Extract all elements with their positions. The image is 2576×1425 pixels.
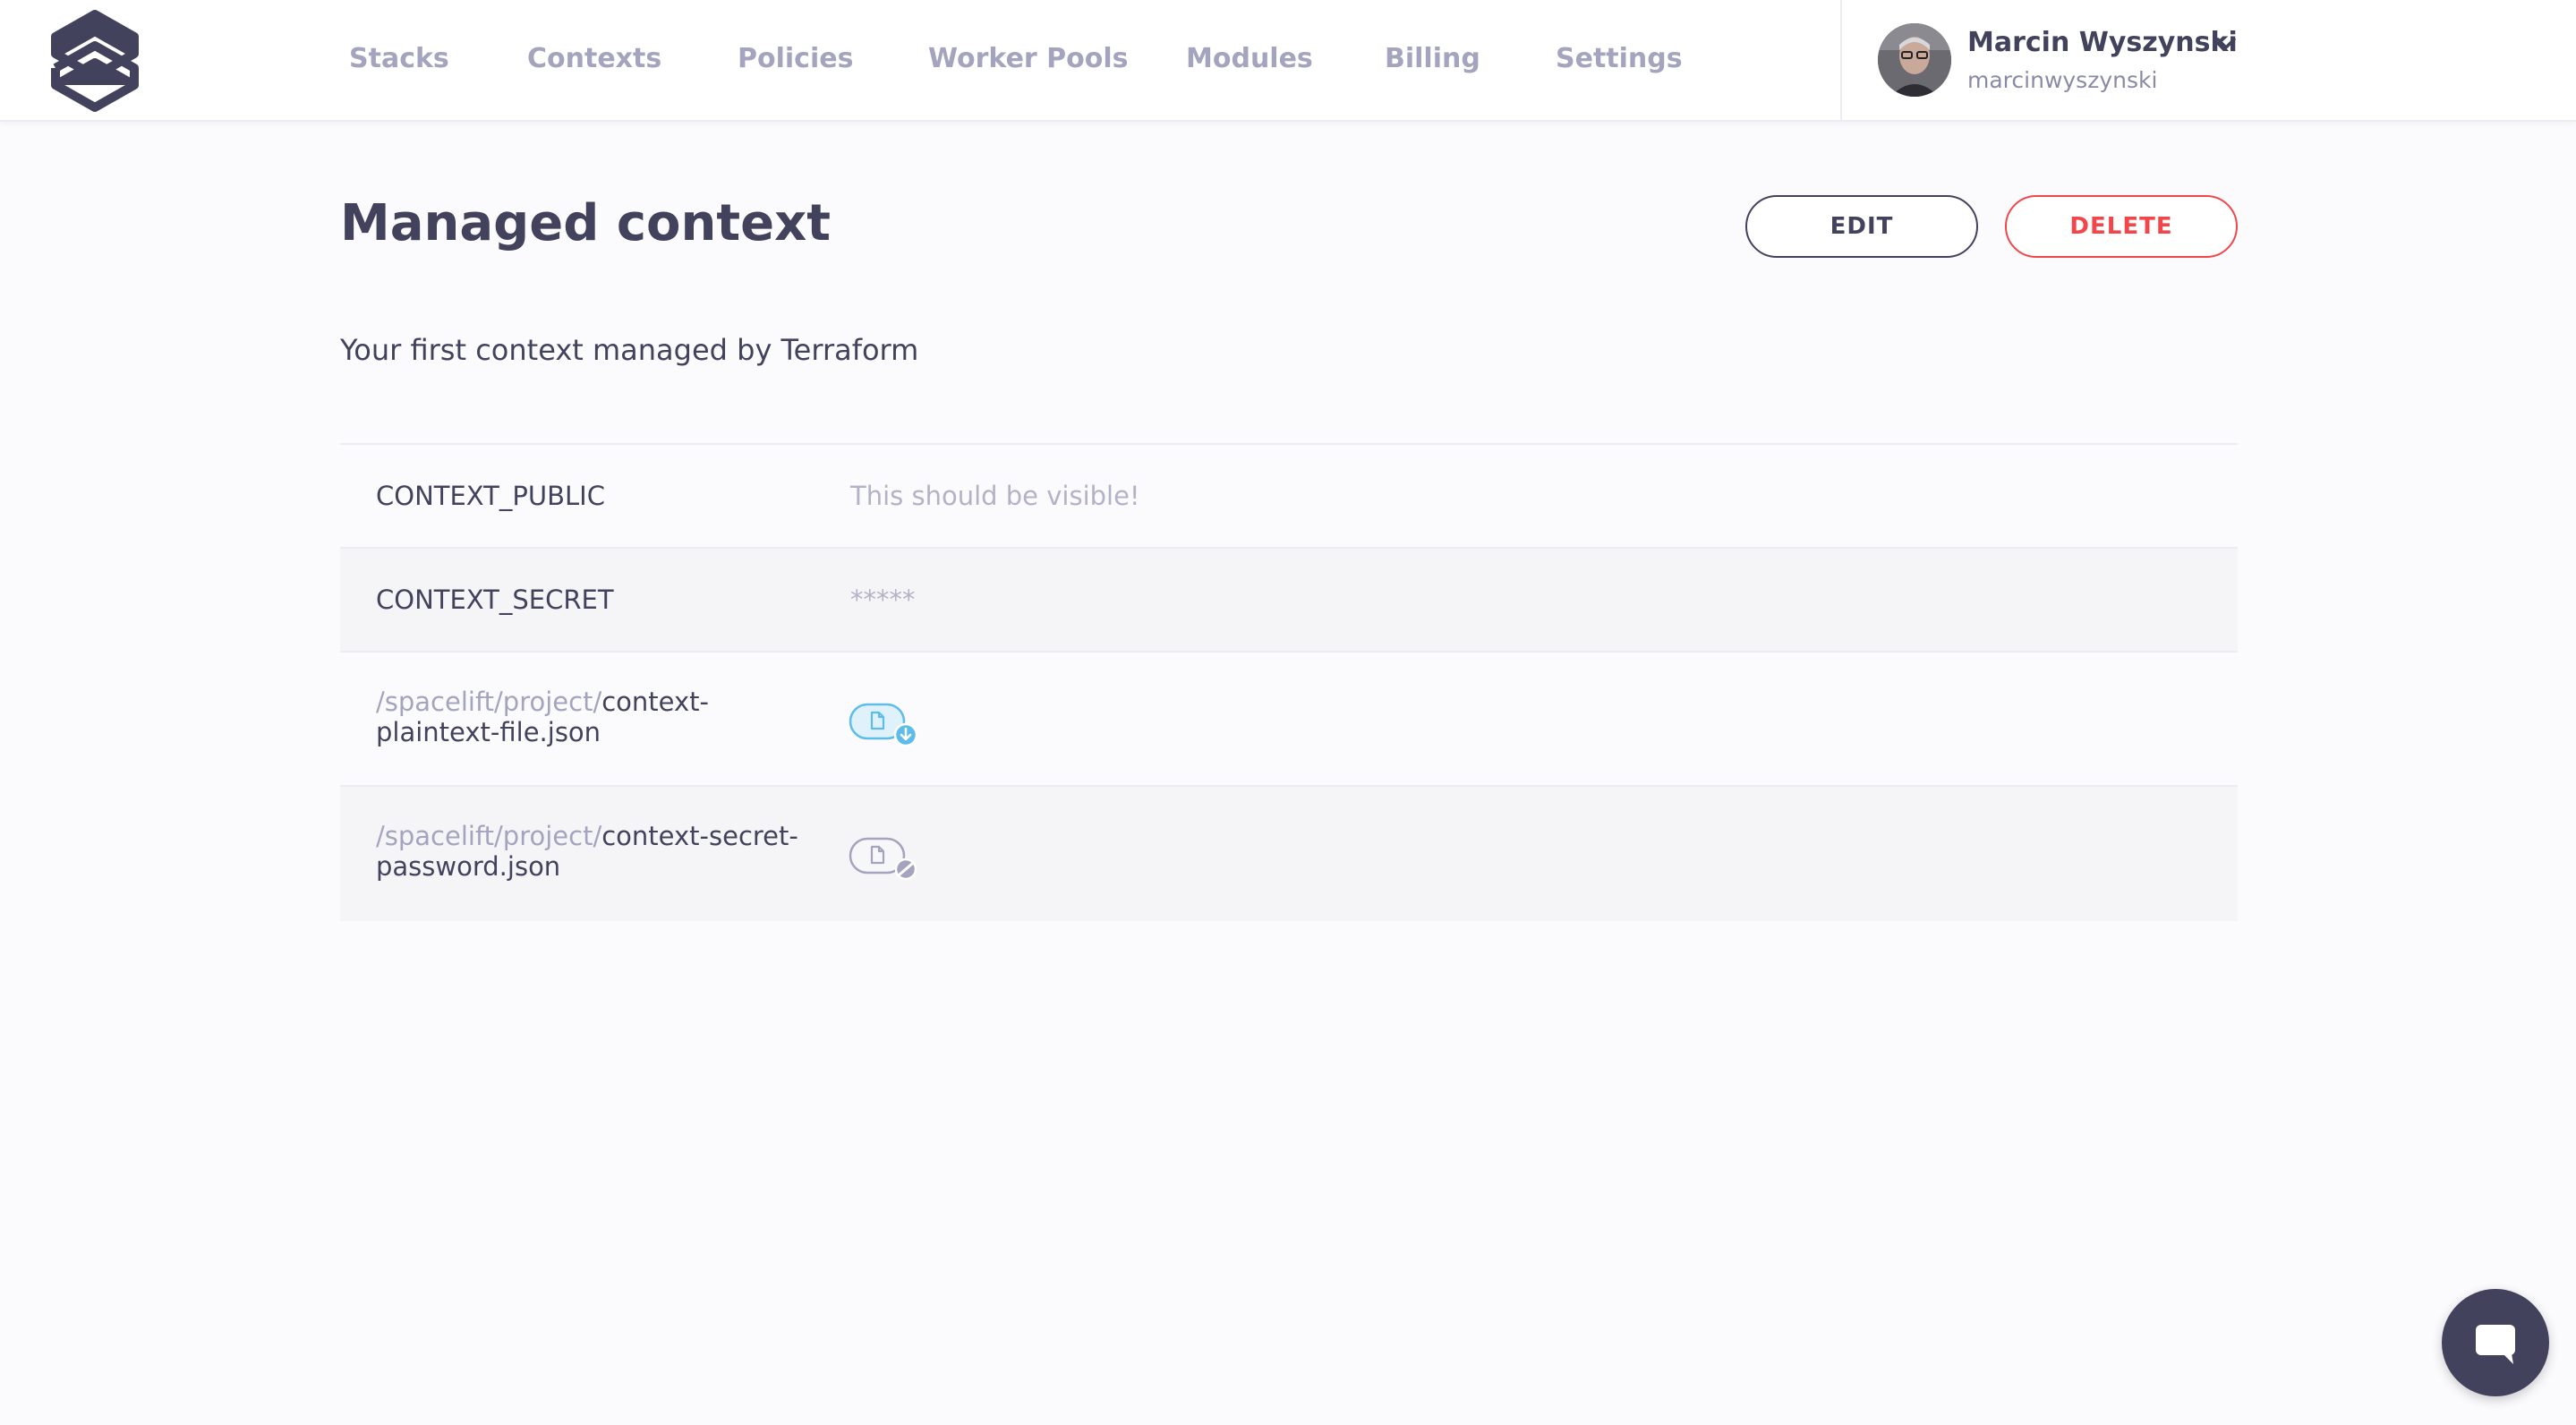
variable-name: CONTEXT_PUBLIC bbox=[376, 481, 605, 511]
variable-value-masked: ***** bbox=[850, 585, 916, 615]
file-locked-icon bbox=[849, 837, 917, 881]
nav-item-stacks[interactable]: Stacks bbox=[349, 41, 449, 77]
edit-button[interactable]: EDIT bbox=[1745, 195, 1978, 258]
file-download-icon[interactable] bbox=[849, 701, 920, 747]
user-name[interactable]: Marcin Wyszynski bbox=[1967, 25, 2238, 61]
chevron-down-icon[interactable] bbox=[2213, 30, 2239, 57]
avatar[interactable] bbox=[1878, 23, 1951, 97]
nav-item-contexts[interactable]: Contexts bbox=[527, 41, 661, 77]
variable-value: This should be visible! bbox=[850, 481, 1140, 511]
context-config-table: CONTEXT_PUBLIC This should be visible! C… bbox=[340, 443, 2238, 921]
table-row: CONTEXT_PUBLIC This should be visible! bbox=[340, 443, 2238, 547]
nav-item-settings[interactable]: Settings bbox=[1556, 41, 1683, 77]
nav-item-modules[interactable]: Modules bbox=[1186, 41, 1313, 77]
file-path: /spacelift/project/context-secret-passwo… bbox=[376, 821, 832, 882]
spacelift-logo[interactable] bbox=[48, 9, 141, 113]
variable-name: CONTEXT_SECRET bbox=[376, 585, 614, 615]
file-path-prefix: /spacelift/project/ bbox=[376, 687, 602, 717]
context-description: Your first context managed by Terraform bbox=[340, 333, 919, 367]
delete-button[interactable]: DELETE bbox=[2005, 195, 2238, 258]
file-path: /spacelift/project/context-plaintext-fil… bbox=[376, 687, 832, 747]
nav-item-worker-pools[interactable]: Worker Pools bbox=[928, 41, 1129, 77]
user-menu-divider bbox=[1840, 0, 1842, 122]
table-row: /spacelift/project/context-secret-passwo… bbox=[340, 785, 2238, 919]
table-bottom-edge bbox=[340, 919, 2238, 921]
file-path-prefix: /spacelift/project/ bbox=[376, 821, 602, 851]
page-title: Managed context bbox=[340, 194, 831, 252]
chat-widget-button[interactable] bbox=[2442, 1289, 2549, 1396]
table-row: /spacelift/project/context-plaintext-fil… bbox=[340, 651, 2238, 785]
nav-item-policies[interactable]: Policies bbox=[738, 41, 853, 77]
user-handle: marcinwyszynski bbox=[1967, 67, 2158, 93]
chat-icon bbox=[2476, 1325, 2515, 1364]
table-row: CONTEXT_SECRET ***** bbox=[340, 547, 2238, 651]
nav-item-billing[interactable]: Billing bbox=[1385, 41, 1480, 77]
top-navigation-bar: Stacks Contexts Policies Worker Pools Mo… bbox=[0, 0, 2576, 122]
